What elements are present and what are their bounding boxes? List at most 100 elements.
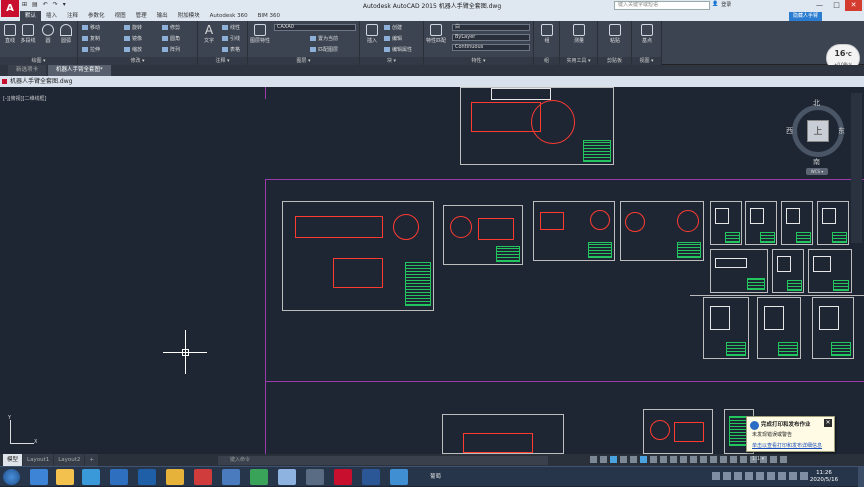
line-button[interactable]: 直线 [0,24,20,44]
osnap-icon[interactable] [630,456,637,463]
tab-bim-360[interactable]: BIM 360 [253,11,285,21]
paste-button[interactable]: 粘贴 [605,24,625,44]
base-button[interactable]: 基点 [637,24,657,44]
word-taskbar-icon[interactable] [362,469,380,485]
taskbar-app-icon[interactable] [222,469,240,485]
table-button[interactable]: 表格 [222,46,240,53]
folder-icon[interactable] [56,469,74,485]
ortho-icon[interactable] [610,456,617,463]
edit-attributes-button[interactable]: 编辑属性 [384,46,412,53]
layers-panel-title[interactable]: 图层 ▾ [248,57,359,65]
array-button[interactable]: 阵列 [162,46,180,53]
leader-button[interactable]: 引线 [222,35,240,42]
input-method-icon[interactable] [789,472,797,480]
snap-icon[interactable] [600,456,607,463]
drawing-sheet[interactable] [703,297,749,359]
tab-layout2[interactable]: Layout2 [54,454,85,466]
tab-new[interactable]: 新选项卡 [8,65,47,76]
tab-parametric[interactable]: 参数化 [83,11,110,21]
lineweight-dropdown[interactable]: ByLayer [452,34,530,41]
taskbar-app-icon[interactable] [30,469,48,485]
taskbar-app-icon[interactable] [194,469,212,485]
tab-addins[interactable]: 附加模块 [173,11,205,21]
measure-button[interactable]: 测量 [569,24,589,44]
network-icon[interactable] [745,472,753,480]
groups-panel-title[interactable]: 组 [534,57,559,65]
drawing-sheet[interactable] [643,409,713,454]
arc-button[interactable]: 圆弧 [56,24,76,44]
maximize-button[interactable]: □ [828,0,845,11]
layer-dropdown[interactable]: CAXA0 [274,24,356,31]
clipboard-panel-title[interactable]: 剪贴板 [598,57,631,65]
grid-icon[interactable] [590,456,597,463]
drawing-canvas[interactable]: [-][俯视][二维线框] Y X 上 北 南 西 东 WCS ▾ [0,87,864,454]
text-button[interactable]: A 文字 [199,24,219,44]
tab-output[interactable]: 输出 [152,11,173,21]
workspace-icon[interactable] [690,456,697,463]
qat-more-icon[interactable]: ▾ [63,1,66,8]
drawing-sheet[interactable] [533,201,615,261]
autocad-taskbar-icon[interactable] [334,469,352,485]
move-button[interactable]: 移动 [82,24,100,31]
rotate-button[interactable]: 旋转 [124,24,142,31]
browser-icon[interactable] [82,469,100,485]
group-button[interactable]: 组 [537,24,557,44]
qat-undo-icon[interactable]: ↶ [43,1,48,8]
tray-icon[interactable] [778,472,786,480]
tab-robot-arm-drawing[interactable]: 机器人手臂全套图* [48,65,111,76]
show-desktop-button[interactable] [858,467,864,487]
linetype-dropdown[interactable]: Continuous [452,44,530,51]
match-layer-button[interactable]: 匹配图层 [310,46,338,53]
drawing-sheet[interactable] [443,205,523,265]
compass-north[interactable]: 北 [813,98,820,108]
qat-redo-icon[interactable]: ↷ [53,1,58,8]
taskbar-app-icon[interactable] [110,469,128,485]
otrack-icon[interactable] [640,456,647,463]
drawing-sheet[interactable] [757,297,801,359]
circle-button[interactable]: 圆 [38,24,58,44]
annotation-monitor-icon[interactable] [700,456,707,463]
tray-icon[interactable] [712,472,720,480]
drawing-sheet[interactable] [817,201,849,245]
lock-ui-icon[interactable] [730,456,737,463]
set-current-button[interactable]: 置为当前 [310,35,338,42]
insert-button[interactable]: 插入 [362,24,382,44]
tab-layout1[interactable]: Layout1 [23,454,54,466]
draw-panel-title[interactable]: 绘图 ▾ [0,57,77,65]
layer-properties-button[interactable]: 图层特性 [250,24,270,44]
viewport-controls[interactable]: [-][俯视][二维线框] [3,95,47,102]
annotation-visibility-icon[interactable] [680,456,687,463]
tray-icon[interactable] [723,472,731,480]
drawing-sheet[interactable] [620,201,704,261]
compass-east[interactable]: 东 [838,126,845,136]
taskbar-app-icon[interactable] [250,469,268,485]
view-panel-title[interactable]: 视图 ▾ [632,57,661,65]
qat-new-icon[interactable]: ⊞ [22,1,27,8]
customize-icon[interactable] [770,456,777,463]
taskbar-app-icon[interactable] [278,469,296,485]
units-icon[interactable] [710,456,717,463]
taskbar-app-icon[interactable] [306,469,324,485]
annotation-panel-title[interactable]: 注释 ▾ [198,57,247,65]
drawing-sheet[interactable] [282,201,434,311]
clock[interactable]: 11:26 2020/5/16 [806,470,842,484]
selection-cycling-icon[interactable] [670,456,677,463]
close-button[interactable]: ✕ [845,0,862,11]
drawing-sheet[interactable] [808,249,852,293]
create-block-button[interactable]: 创建 [384,24,402,31]
trim-button[interactable]: 修剪 [162,24,180,31]
print-notification-balloon[interactable]: 完成打印和发布作业 未发现错误或警告 单击以查看打印和发布详细信息 ✕ [746,416,835,452]
tab-annotate[interactable]: 注释 [62,11,83,21]
modify-panel-title[interactable]: 修改 ▾ [78,57,197,65]
command-line[interactable]: 键入命令 [218,456,548,465]
polyline-button[interactable]: 多段线 [18,24,38,44]
utilities-panel-title[interactable]: 实用工具 ▾ [560,57,597,65]
application-menu-button[interactable]: A [1,0,19,17]
tray-icon[interactable] [734,472,742,480]
transparency-icon[interactable] [660,456,667,463]
taskbar-app-icon[interactable] [390,469,408,485]
tab-manage[interactable]: 管理 [131,11,152,21]
mirror-button[interactable]: 镜像 [124,35,142,42]
drawing-sheet[interactable] [781,201,813,245]
quick-properties-icon[interactable] [720,456,727,463]
